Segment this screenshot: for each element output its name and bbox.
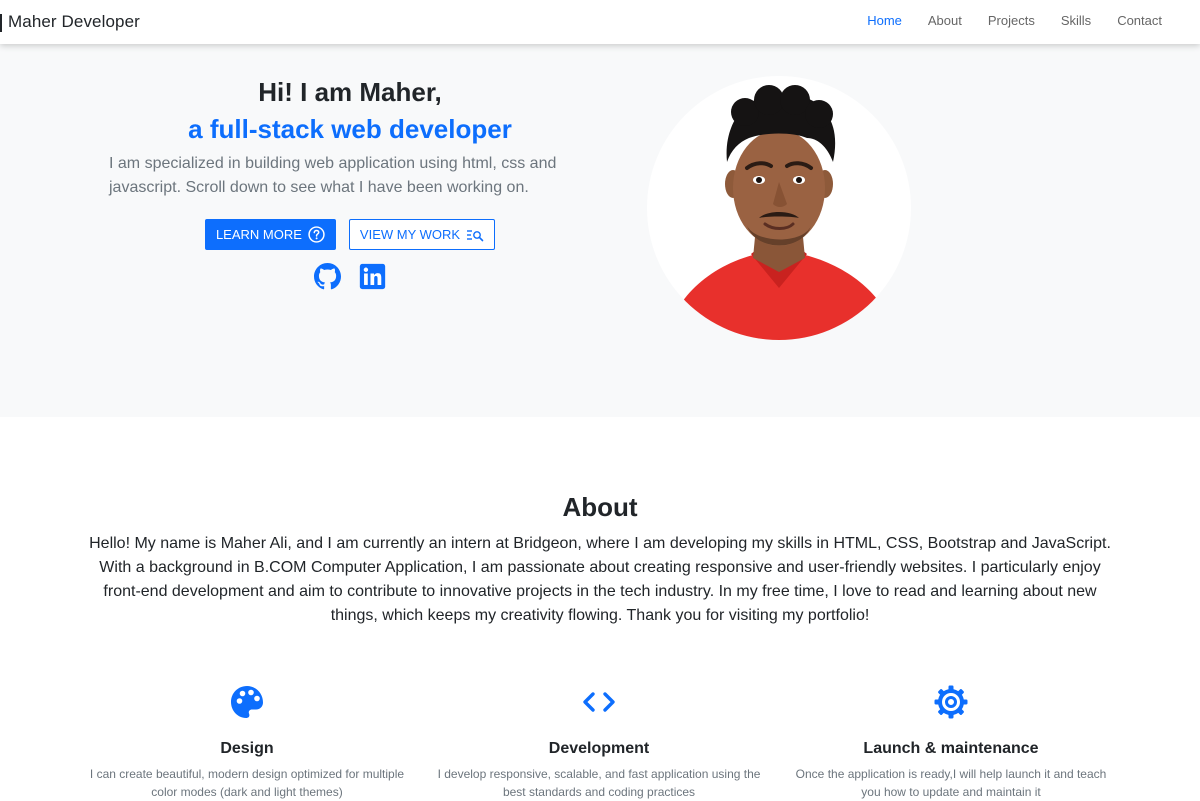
nav-home[interactable]: Home bbox=[867, 13, 902, 28]
palette-icon bbox=[231, 686, 263, 718]
nav-about[interactable]: About bbox=[928, 13, 962, 28]
brand-divider bbox=[0, 14, 2, 32]
hero-intro: Hi! I am Maher, a full-stack web develop… bbox=[100, 74, 600, 290]
hero-description: I am specialized in building web applica… bbox=[109, 155, 557, 196]
feature-desc: Once the application is ready,I will hel… bbox=[795, 767, 1107, 799]
learn-more-label: LEARN MORE bbox=[215, 227, 302, 242]
nav-links: Home About Projects Skills Contact bbox=[867, 13, 1162, 28]
hero-role: a full-stack web developer bbox=[188, 114, 512, 144]
view-work-label: VIEW MY WORK bbox=[359, 227, 461, 242]
search-list-icon bbox=[467, 229, 484, 241]
hero-section: Hi! I am Maher, a full-stack web develop… bbox=[0, 44, 1200, 417]
feature-development: Development I develop responsive, scalab… bbox=[434, 684, 764, 801]
feature-desc: I can create beautiful, modern design op… bbox=[89, 767, 405, 799]
hero-greeting: Hi! I am Maher, bbox=[258, 77, 442, 107]
about-text: Hello! My name is Maher Ali, and I am cu… bbox=[89, 535, 1111, 624]
question-circle-icon bbox=[308, 226, 325, 243]
navbar: Maher Developer Home About Projects Skil… bbox=[0, 0, 1200, 44]
gear-icon bbox=[934, 685, 968, 719]
hero-buttons: LEARN MORE VIEW MY WORK bbox=[100, 219, 600, 250]
feature-title: Design bbox=[220, 740, 274, 757]
profile-photo bbox=[647, 76, 911, 340]
feature-title: Launch & maintenance bbox=[863, 740, 1039, 757]
github-icon[interactable] bbox=[314, 263, 341, 290]
feature-launch: Launch & maintenance Once the applicatio… bbox=[786, 684, 1116, 801]
feature-design: Design I can create beautiful, modern de… bbox=[82, 684, 412, 801]
nav-projects[interactable]: Projects bbox=[988, 13, 1035, 28]
nav-skills[interactable]: Skills bbox=[1061, 13, 1091, 28]
social-links bbox=[100, 263, 600, 290]
feature-desc: I develop responsive, scalable, and fast… bbox=[437, 767, 761, 799]
feature-title: Development bbox=[548, 740, 650, 757]
about-title: About bbox=[562, 492, 638, 522]
code-icon bbox=[583, 692, 615, 712]
learn-more-button[interactable]: LEARN MORE bbox=[204, 219, 336, 250]
nav-contact[interactable]: Contact bbox=[1117, 13, 1162, 28]
linkedin-icon[interactable] bbox=[359, 263, 386, 290]
brand-link[interactable]: Maher Developer bbox=[8, 12, 140, 32]
view-my-work-button[interactable]: VIEW MY WORK bbox=[348, 219, 496, 250]
avatar-illustration bbox=[667, 85, 895, 340]
